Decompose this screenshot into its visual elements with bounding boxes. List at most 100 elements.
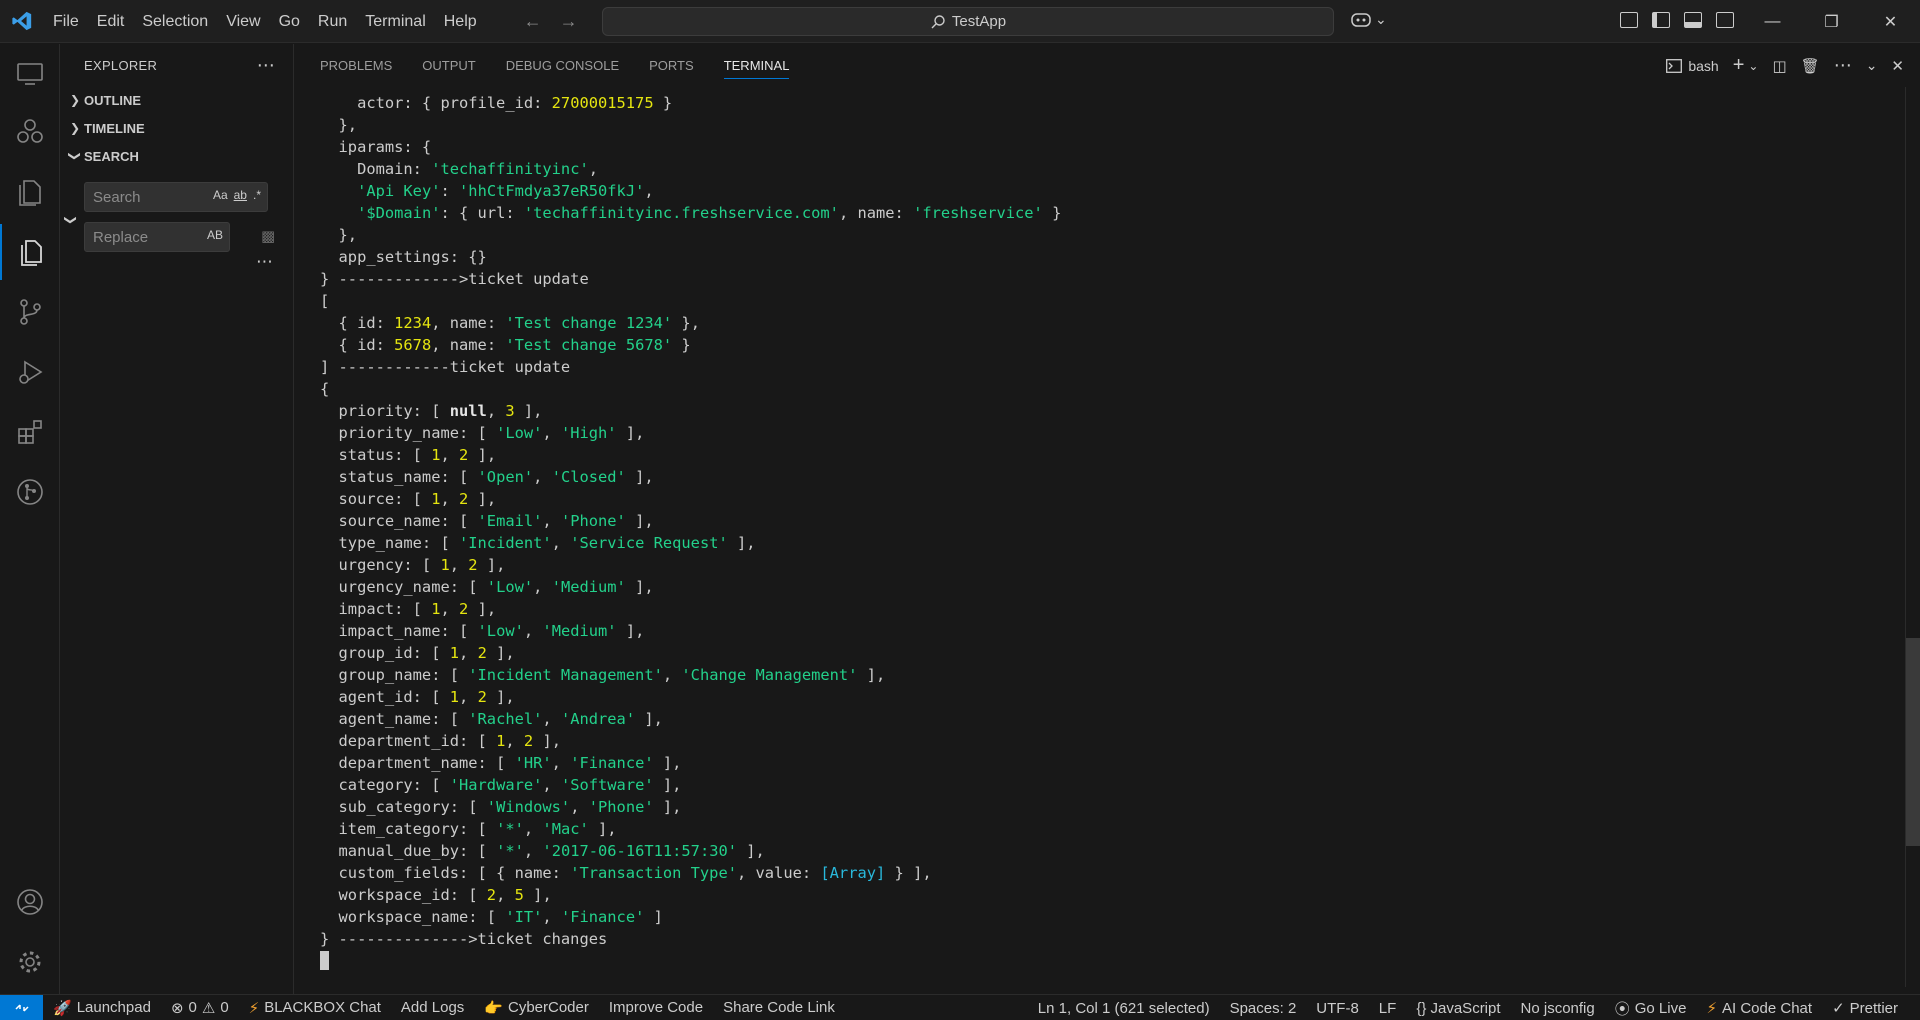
terminal-panel: PROBLEMS OUTPUT DEBUG CONSOLE PORTS TERM…	[295, 44, 1920, 994]
improve-code-item[interactable]: Improve Code	[599, 999, 713, 1016]
terminal-line: status_name: [ 'Open', 'Closed' ],	[320, 468, 654, 486]
line-ending-item[interactable]: LF	[1369, 1000, 1407, 1017]
menu-selection[interactable]: Selection	[133, 0, 217, 43]
ai-code-chat-item[interactable]: ⚡ AI Code Chat	[1696, 999, 1822, 1018]
remote-explorer-icon[interactable]	[0, 46, 60, 102]
shell-label: bash	[1688, 57, 1719, 74]
scrollbar-thumb[interactable]	[1906, 638, 1920, 846]
problems-counter[interactable]: ⊗ 0 ⚠ 0	[161, 999, 239, 1017]
activity-bar	[0, 44, 60, 994]
terminal-line: },	[320, 226, 358, 244]
run-debug-icon[interactable]	[0, 344, 60, 400]
terminal-line: status: [ 1, 2 ],	[320, 446, 497, 464]
explorer-icon[interactable]	[0, 164, 60, 220]
search-input[interactable]: Search Aa ab .*	[84, 182, 268, 212]
use-regex-icon[interactable]: .*	[253, 188, 261, 202]
files-icon[interactable]	[0, 224, 60, 280]
match-whole-word-icon[interactable]: ab	[234, 188, 247, 202]
more-search-options-icon[interactable]: ⋯	[256, 252, 273, 272]
blackbox-chat-label: BLACKBOX Chat	[264, 999, 381, 1016]
tab-debug-console[interactable]: DEBUG CONSOLE	[506, 44, 619, 87]
copilot-button[interactable]: ⌄	[1350, 10, 1387, 28]
menu-terminal[interactable]: Terminal	[356, 0, 434, 43]
launchpad-item[interactable]: 🚀 Launchpad	[43, 999, 161, 1017]
terminal-shell-selector[interactable]: bash	[1666, 57, 1719, 74]
terminal-line: workspace_name: [ 'IT', 'Finance' ]	[320, 908, 663, 926]
error-icon: ⊗	[170, 999, 184, 1017]
minimize-icon[interactable]: —	[1743, 0, 1802, 43]
cursor-position-item[interactable]: Ln 1, Col 1 (621 selected)	[1028, 1000, 1220, 1017]
add-logs-item[interactable]: Add Logs	[391, 999, 474, 1016]
chevron-down-icon[interactable]: ⌄	[1748, 59, 1758, 73]
section-timeline-label: TIMELINE	[84, 120, 145, 136]
language-mode-item[interactable]: {} JavaScript	[1406, 1000, 1510, 1017]
terminal-line: '$Domain': { url: 'techaffinityinc.fresh…	[357, 204, 1062, 222]
terminal-output[interactable]: actor: { profile_id: 27000015175 } }, ip…	[320, 92, 1880, 972]
menu-view[interactable]: View	[217, 0, 269, 43]
match-case-icon[interactable]: Aa	[213, 188, 228, 202]
tab-ports[interactable]: PORTS	[649, 44, 694, 87]
menu-run[interactable]: Run	[309, 0, 356, 43]
trash-icon[interactable]: 🗑	[1801, 57, 1820, 75]
toggle-primary-sidebar-icon[interactable]	[1652, 12, 1670, 28]
more-actions-icon[interactable]: ⋯	[1834, 55, 1852, 76]
extensions-alt-icon[interactable]	[0, 104, 60, 160]
terminal-line: source: [ 1, 2 ],	[320, 490, 497, 508]
toggle-panel-icon[interactable]	[1684, 12, 1702, 28]
cybercoder-item[interactable]: 👉 CyberCoder	[474, 999, 599, 1017]
terminal-line: {	[320, 380, 330, 398]
chevron-right-icon: ❯	[69, 93, 81, 107]
sidebar-title: EXPLORER	[84, 57, 158, 73]
replace-input[interactable]: Replace AB	[84, 222, 230, 252]
replace-all-icon[interactable]: ▩	[261, 227, 275, 245]
maximize-panel-chevron-icon[interactable]: ⌄	[1866, 57, 1878, 74]
restore-icon[interactable]: ❐	[1802, 0, 1861, 43]
preserve-case-icon[interactable]: AB	[207, 228, 223, 242]
chevron-down-icon: ❯	[68, 150, 82, 162]
share-code-link-item[interactable]: Share Code Link	[713, 999, 845, 1016]
customize-layout-icon[interactable]	[1620, 12, 1638, 28]
terminal-line: category: [ 'Hardware', 'Software' ],	[320, 776, 682, 794]
go-live-item[interactable]: ⦿ Go Live	[1605, 998, 1697, 1019]
tab-output[interactable]: OUTPUT	[422, 44, 475, 87]
section-outline[interactable]: ❯ OUTLINE	[60, 86, 293, 114]
more-actions-icon[interactable]: ⋯	[257, 55, 275, 76]
close-icon[interactable]: ✕	[1861, 0, 1920, 43]
encoding-item[interactable]: UTF-8	[1306, 1000, 1369, 1017]
terminal-line: urgency: [ 1, 2 ],	[320, 556, 506, 574]
accounts-icon[interactable]	[0, 874, 60, 930]
terminal-line: },	[320, 116, 358, 134]
source-control-icon[interactable]	[0, 284, 60, 340]
prettier-item[interactable]: ✓ Prettier	[1822, 999, 1908, 1018]
section-timeline[interactable]: ❯ TIMELINE	[60, 114, 293, 142]
split-terminal-icon[interactable]: ◫	[1772, 57, 1786, 75]
menu-file[interactable]: File	[44, 0, 88, 43]
menu-edit[interactable]: Edit	[88, 0, 134, 43]
close-panel-icon[interactable]: ✕	[1891, 57, 1904, 75]
extensions-icon[interactable]	[0, 404, 60, 460]
new-terminal-plus-icon[interactable]: +	[1733, 54, 1745, 77]
remote-indicator-icon[interactable]	[0, 994, 43, 1020]
section-search[interactable]: ❯ SEARCH	[60, 142, 293, 170]
tab-terminal[interactable]: TERMINAL	[723, 44, 789, 87]
side-bar: EXPLORER ⋯ ❯ OUTLINE ❯ TIMELINE ❯ SEARCH…	[60, 44, 294, 994]
menu-go[interactable]: Go	[270, 0, 309, 43]
menu-help[interactable]: Help	[435, 0, 486, 43]
command-center-search[interactable]: TestApp	[602, 7, 1334, 36]
terminal-line: iparams: {	[320, 138, 432, 156]
blackbox-chat-item[interactable]: ⚡ BLACKBOX Chat	[239, 999, 391, 1017]
jsconfig-item[interactable]: No jsconfig	[1511, 1000, 1605, 1017]
settings-gear-icon[interactable]	[0, 934, 60, 990]
warning-icon: ⚠	[201, 999, 216, 1017]
tab-problems[interactable]: PROBLEMS	[320, 44, 392, 87]
terminal-line: workspace_id: [ 2, 5 ],	[320, 886, 552, 904]
indentation-item[interactable]: Spaces: 2	[1220, 1000, 1307, 1017]
back-arrow-icon[interactable]: ←	[524, 11, 542, 32]
git-graph-icon[interactable]	[0, 464, 60, 520]
forward-arrow-icon[interactable]: →	[560, 11, 578, 32]
rocket-icon: 🚀	[53, 999, 72, 1017]
terminal-line: actor: { profile_id: 27000015175 }	[320, 94, 673, 112]
toggle-secondary-sidebar-icon[interactable]	[1716, 12, 1734, 28]
toggle-replace-chevron-icon[interactable]: ❯	[64, 215, 78, 225]
terminal-line: } -------------->ticket changes	[320, 930, 608, 948]
